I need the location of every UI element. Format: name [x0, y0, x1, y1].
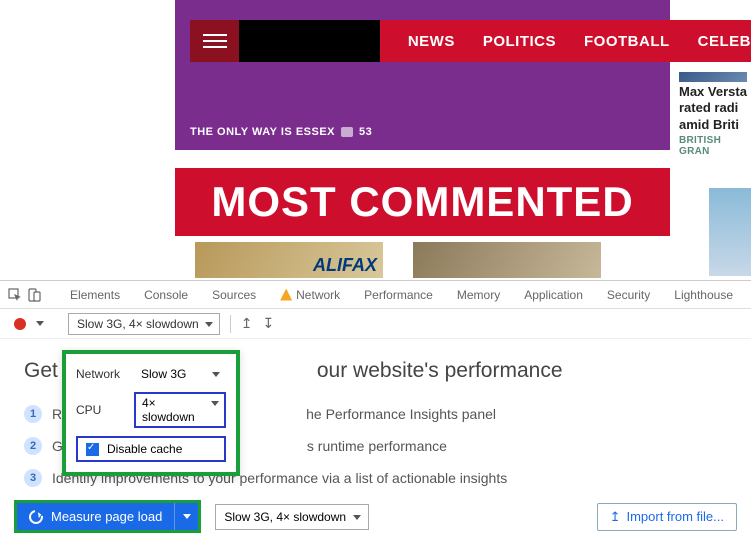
side-thumbnail[interactable]: [709, 188, 751, 276]
tab-application[interactable]: Application: [514, 281, 593, 309]
article-tag: THE ONLY WAY IS ESSEX 53: [190, 126, 372, 138]
webpage-preview: NEWS POLITICS FOOTBALL CELEB THE ONLY WA…: [0, 0, 751, 280]
thumb-2[interactable]: [413, 242, 601, 278]
site-logo[interactable]: [239, 20, 380, 62]
most-commented-text: MOST COMMENTED: [211, 178, 633, 226]
nav-news[interactable]: NEWS: [408, 33, 455, 50]
checkbox-icon: [86, 443, 99, 456]
divider: [230, 315, 231, 333]
measure-button-group: Measure page load: [14, 500, 201, 533]
measure-page-load-button[interactable]: Measure page load: [17, 503, 174, 530]
record-menu-icon[interactable]: [36, 321, 44, 326]
story-thumbnails: ALIFAX: [195, 242, 601, 278]
step-number: 3: [24, 469, 42, 487]
tab-memory[interactable]: Memory: [447, 281, 510, 309]
cpu-label: CPU: [76, 403, 101, 417]
thumb-1[interactable]: ALIFAX: [195, 242, 383, 278]
devtools-tabs: Elements Console Sources Network Perform…: [0, 281, 751, 309]
step-number: 1: [24, 405, 42, 423]
reload-icon: [26, 507, 45, 526]
step-number: 2: [24, 437, 42, 455]
inspect-icon[interactable]: [8, 287, 23, 303]
device-icon[interactable]: [27, 287, 42, 303]
comment-icon: [341, 127, 353, 137]
sidebar-story[interactable]: Max Versta rated radi amid Briti BRITISH…: [679, 72, 751, 157]
tab-sources[interactable]: Sources: [202, 281, 266, 309]
cpu-select[interactable]: 4× slowdown: [134, 392, 226, 428]
nav-football[interactable]: FOOTBALL: [584, 33, 670, 50]
story-category: BRITISH GRAN: [679, 135, 751, 157]
measure-dropdown[interactable]: [174, 503, 198, 530]
download-icon[interactable]: ↧: [262, 315, 274, 332]
bottom-toolbar: Measure page load Slow 3G, 4× slowdown ↥…: [14, 500, 737, 533]
throttle-popover: Network Slow 3G CPU 4× slowdown Disable …: [62, 350, 240, 476]
most-commented-banner: MOST COMMENTED: [175, 168, 670, 236]
nav-celeb[interactable]: CELEB: [698, 33, 751, 50]
upload-icon[interactable]: ↥: [241, 315, 253, 332]
story-title: Max Versta rated radi amid Briti: [679, 84, 751, 133]
disable-cache-checkbox[interactable]: Disable cache: [76, 436, 226, 462]
story-thumbnail: [679, 72, 747, 82]
record-button[interactable]: [14, 318, 26, 330]
tab-performance[interactable]: Performance: [354, 281, 443, 309]
warning-icon: [280, 289, 292, 301]
comment-count: 53: [359, 126, 372, 138]
tab-console[interactable]: Console: [134, 281, 198, 309]
devtools-toolbar: Slow 3G, 4× slowdown ↥ ↧: [0, 309, 751, 339]
network-label: Network: [76, 367, 120, 381]
bottom-throttle-select[interactable]: Slow 3G, 4× slowdown: [215, 504, 369, 530]
tab-lighthouse[interactable]: Lighthouse: [664, 281, 743, 309]
tab-security[interactable]: Security: [597, 281, 660, 309]
halifax-text: ALIFAX: [313, 255, 377, 276]
tab-network[interactable]: Network: [270, 281, 350, 309]
site-nav: NEWS POLITICS FOOTBALL CELEB: [190, 20, 751, 62]
nav-politics[interactable]: POLITICS: [483, 33, 556, 50]
throttle-select[interactable]: Slow 3G, 4× slowdown: [68, 313, 220, 335]
hamburger-icon[interactable]: [190, 20, 239, 62]
tab-elements[interactable]: Elements: [60, 281, 130, 309]
upload-icon: ↥: [610, 509, 621, 525]
tagline-text: THE ONLY WAY IS ESSEX: [190, 126, 335, 138]
import-button[interactable]: ↥ Import from file...: [597, 503, 737, 531]
network-select[interactable]: Slow 3G: [134, 364, 226, 384]
